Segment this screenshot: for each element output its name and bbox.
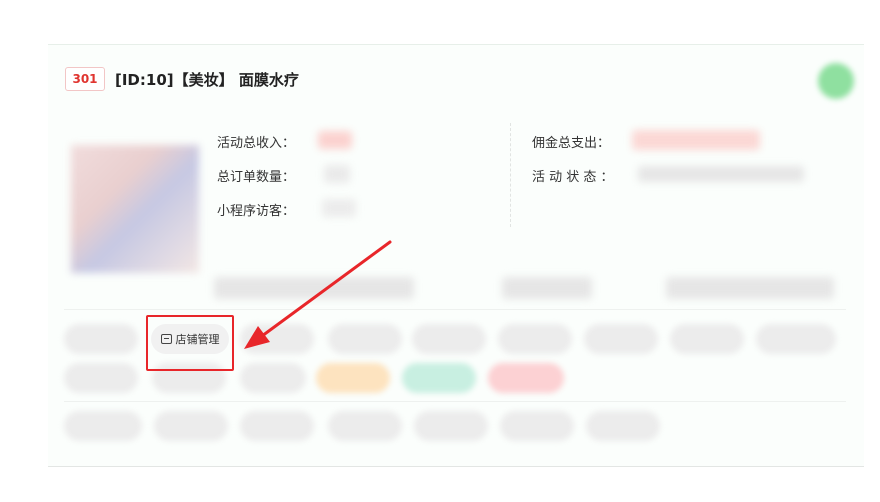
- action-button[interactable]: [670, 324, 744, 354]
- section-divider-1: [64, 309, 846, 310]
- commission-label: 佣金总支出：: [532, 136, 611, 151]
- visitors-value: [322, 199, 356, 217]
- total-income-value: [318, 131, 352, 149]
- meta-info-1: [214, 277, 414, 299]
- footer-button[interactable]: [154, 411, 228, 441]
- activity-status-label: 活 动 状 态 ：: [532, 170, 614, 185]
- action-button-teal[interactable]: [402, 363, 476, 393]
- total-orders-value: [324, 165, 350, 183]
- meta-info-2: [502, 277, 592, 299]
- total-income-label: 活动总收入：: [217, 136, 296, 151]
- total-orders-label: 总订单数量：: [217, 170, 296, 185]
- action-button[interactable]: [412, 324, 486, 354]
- visitors-label: 小程序访客：: [217, 204, 296, 219]
- footer-button[interactable]: [414, 411, 488, 441]
- card-header: 301 [ID:10]【美妆】 面膜水疗: [65, 67, 299, 91]
- meta-info-3: [666, 277, 834, 299]
- action-button[interactable]: [240, 363, 306, 393]
- footer-button[interactable]: [586, 411, 660, 441]
- footer-button[interactable]: [240, 411, 314, 441]
- action-button-orange[interactable]: [316, 363, 390, 393]
- footer-button[interactable]: [328, 411, 402, 441]
- product-thumbnail[interactable]: [71, 145, 199, 273]
- section-divider-2: [64, 401, 846, 402]
- id-badge: 301: [65, 67, 105, 91]
- card-title[interactable]: [ID:10]【美妆】 面膜水疗: [115, 69, 299, 90]
- page-frame: 301 [ID:10]【美妆】 面膜水疗 活动总收入： 总订单数量： 小程序访客…: [0, 0, 880, 502]
- action-button[interactable]: [584, 324, 658, 354]
- action-button[interactable]: [328, 324, 402, 354]
- action-button[interactable]: [756, 324, 836, 354]
- action-button[interactable]: [240, 324, 314, 354]
- commission-value: [632, 130, 760, 150]
- status-indicator: [818, 63, 854, 99]
- footer-button[interactable]: [500, 411, 574, 441]
- activity-card: 301 [ID:10]【美妆】 面膜水疗 活动总收入： 总订单数量： 小程序访客…: [48, 44, 864, 467]
- action-button[interactable]: [498, 324, 572, 354]
- stats-divider: [510, 123, 511, 227]
- annotation-highlight-box: [146, 315, 234, 371]
- action-button-pink[interactable]: [488, 363, 564, 393]
- action-button[interactable]: [64, 363, 138, 393]
- action-button[interactable]: [64, 324, 138, 354]
- activity-status-value: [638, 166, 804, 182]
- footer-button[interactable]: [64, 411, 142, 441]
